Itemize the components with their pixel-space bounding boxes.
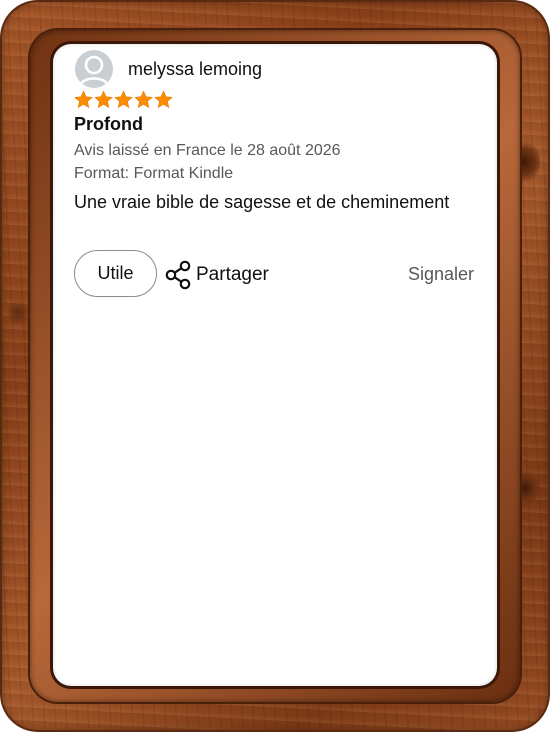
- review-format: Format: Format Kindle: [74, 165, 234, 182]
- star-icon: [134, 90, 153, 109]
- helpful-button[interactable]: Utile: [74, 250, 157, 297]
- user-avatar-icon: [75, 50, 113, 88]
- review-date: Avis laissé en France le 28 août 2026: [74, 142, 341, 159]
- review-title: Profond: [74, 114, 143, 134]
- share-icon: [165, 260, 191, 290]
- star-icon: [154, 90, 173, 109]
- star-icon: [114, 90, 133, 109]
- star-icon: [94, 90, 113, 109]
- review-body: Une vraie bible de sagesse et de chemine…: [74, 192, 450, 212]
- star-rating: [74, 90, 173, 109]
- share-label: Partager: [196, 264, 269, 285]
- helpful-button-label: Utile: [97, 263, 134, 283]
- review-card: melyssa lemoing Profond Avis laissé en F…: [53, 44, 497, 686]
- star-icon: [74, 90, 93, 109]
- review-header: melyssa lemoing: [75, 50, 262, 88]
- wood-knot: [8, 300, 28, 326]
- share-button[interactable]: Partager: [165, 260, 269, 290]
- report-link[interactable]: Signaler: [408, 264, 474, 285]
- review-author: melyssa lemoing: [128, 58, 263, 79]
